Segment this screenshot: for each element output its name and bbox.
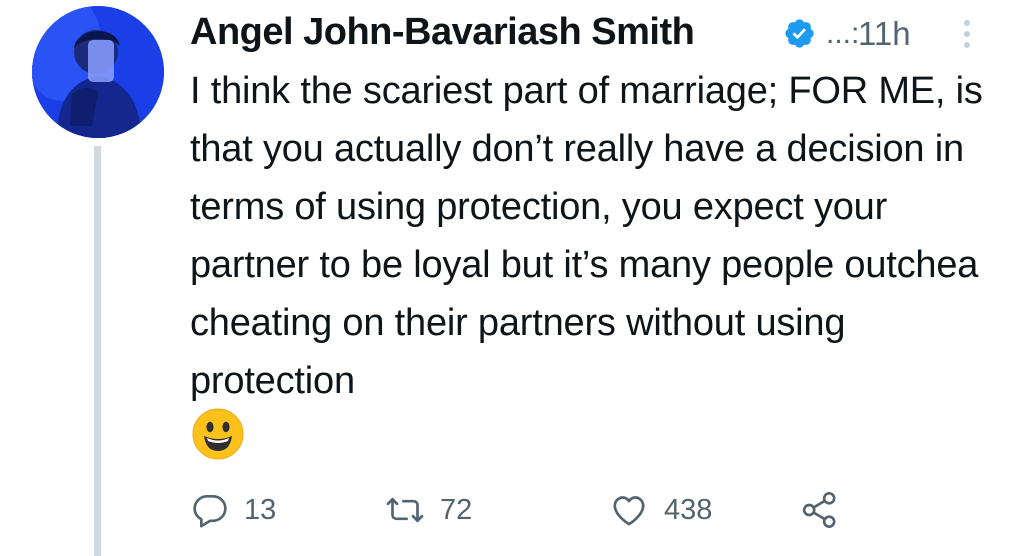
author-name[interactable]: Angel John-Bavariash Smith [190,8,695,56]
more-options-icon[interactable] [960,18,974,50]
reply-count: 13 [244,493,277,526]
retweet-count: 72 [440,493,473,526]
verified-badge-icon [783,17,816,50]
thread-connector-line [94,146,101,556]
reply-button[interactable]: 13 [190,484,276,536]
like-count: 438 [664,493,713,526]
tweet-actions-bar: 13 72 438 [190,484,990,536]
smiling-face-emoji-icon [192,408,244,460]
retweet-icon [386,497,424,523]
tweet-timestamp[interactable]: 11h [858,14,926,54]
author-avatar[interactable] [32,6,164,138]
retweet-button[interactable]: 72 [384,484,472,536]
share-button[interactable] [800,484,840,536]
author-handle[interactable]: ...: [826,14,859,54]
share-icon [802,492,836,528]
like-button[interactable]: 438 [608,484,712,536]
tweet-header: Angel John-Bavariash Smith ...: 11h [190,8,1010,60]
avatar-photo [32,6,164,138]
tweet-text: I think the scariest part of marriage; F… [190,70,983,402]
heart-icon [613,496,645,526]
reply-icon [193,495,227,528]
